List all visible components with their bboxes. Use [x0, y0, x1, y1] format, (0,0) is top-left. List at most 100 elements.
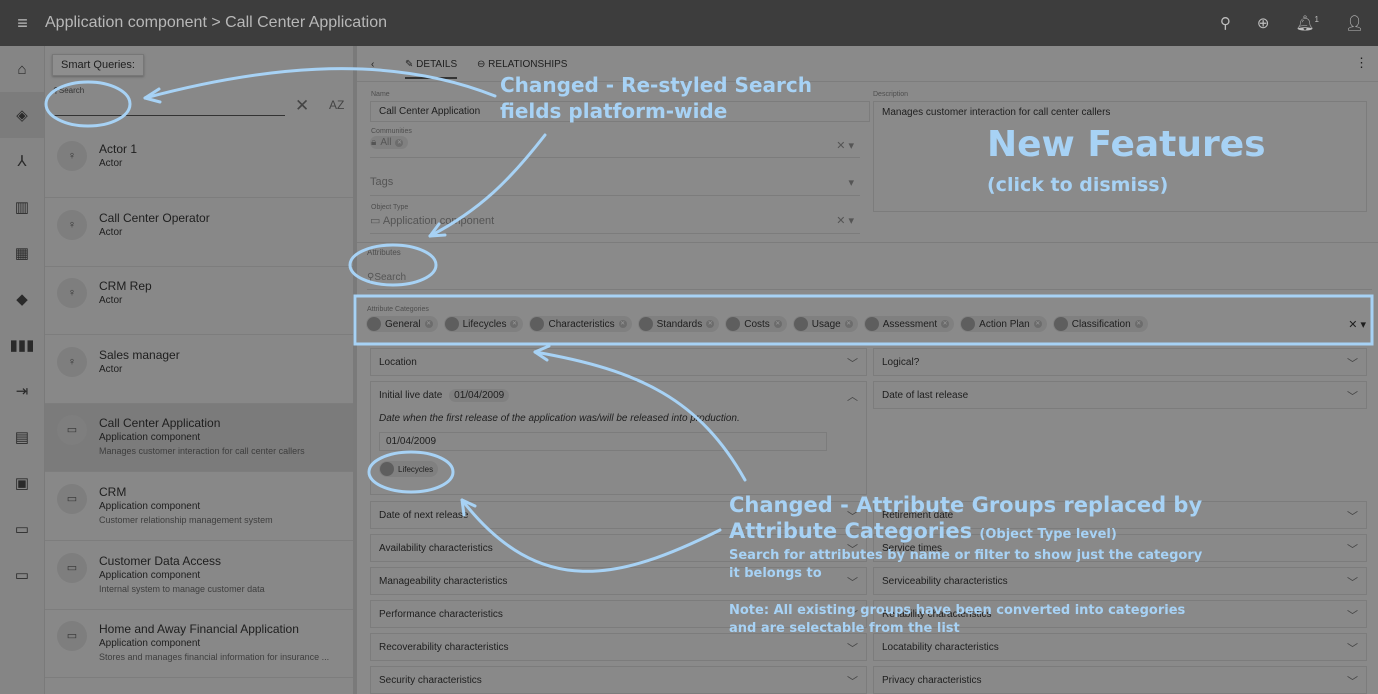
chevron-down-icon: ﹀: [847, 643, 858, 655]
category-label: Usage: [811, 318, 841, 330]
item-name: CRM Rep: [99, 279, 152, 294]
object-type-select[interactable]: ▭ Application component ✕ ▾: [370, 214, 860, 234]
tags-select[interactable]: Tags ▾: [370, 176, 860, 196]
category-chip[interactable]: Characteristics ✕: [529, 316, 632, 332]
chevron-up-icon[interactable]: ︿: [847, 388, 858, 404]
cube-icon[interactable]: ◈: [0, 92, 44, 138]
list-item[interactable]: ▭ CRM Application component Customer rel…: [45, 473, 353, 541]
chart-icon[interactable]: ▥: [0, 184, 44, 230]
chip-remove-icon[interactable]: ✕: [1033, 320, 1042, 328]
category-chip[interactable]: Costs ✕: [725, 316, 787, 332]
notification-icon[interactable]: 🔔︎1: [1295, 14, 1319, 32]
list-item[interactable]: ▭ Home and Away Financial Application Ap…: [45, 610, 353, 679]
clipboard-icon[interactable]: ▤: [0, 414, 44, 460]
window-icon[interactable]: ▭: [0, 506, 44, 552]
category-chip[interactable]: Usage ✕: [792, 316, 858, 332]
chip-remove-icon[interactable]: ✕: [941, 320, 950, 328]
date-input[interactable]: 01/04/2009: [379, 432, 827, 451]
groups-level: (Object Type level): [979, 527, 1117, 542]
clear-dropdown-icon[interactable]: ✕ ▾: [836, 139, 854, 152]
chip-remove-icon[interactable]: ✕: [424, 320, 433, 328]
hierarchy-icon[interactable]: ⅄: [0, 138, 44, 184]
chip-remove-icon[interactable]: ✕: [395, 138, 404, 147]
clear-categories-icon[interactable]: ✕ ▾: [1348, 318, 1366, 331]
home-icon[interactable]: ⌂: [0, 46, 44, 92]
chip-remove-icon[interactable]: ✕: [1134, 320, 1143, 328]
clear-icon[interactable]: ✕: [295, 96, 309, 116]
attribute-name: Logical?: [882, 357, 920, 368]
category-chip[interactable]: Classification ✕: [1052, 316, 1148, 332]
chip-remove-icon[interactable]: ✕: [706, 320, 715, 328]
search-annotation: Changed - Re-styled Search fields platfo…: [500, 73, 812, 123]
new-features-title[interactable]: New Features: [987, 124, 1266, 165]
add-icon[interactable]: ⊕: [1257, 14, 1270, 32]
chip-remove-icon[interactable]: ✕: [844, 320, 853, 328]
smart-queries-button[interactable]: Smart Queries:: [52, 54, 144, 76]
search-icon[interactable]: ⚲: [1220, 14, 1231, 32]
back-icon[interactable]: ‹: [371, 59, 374, 70]
notification-count: 1: [1314, 15, 1319, 24]
list-item[interactable]: ♀ Sales manager Actor: [45, 336, 353, 404]
category-chip[interactable]: Standards ✕: [637, 316, 720, 332]
chip-remove-icon[interactable]: ✕: [773, 320, 782, 328]
attribute-row[interactable]: Security characteristics ﹀: [370, 666, 867, 694]
attribute-name: Location: [379, 357, 417, 368]
attribute-name: Privacy characteristics: [882, 675, 982, 686]
columns-icon[interactable]: ▮▮▮: [0, 322, 44, 368]
chevron-down-icon: ﹀: [1347, 391, 1358, 403]
side-nav: ⌂ ◈ ⅄ ▥ ▦ ◆ ▮▮▮ ⇥ ▤ ▣ ▭ ▭: [0, 46, 45, 694]
item-type: Application component: [99, 638, 201, 650]
category-chip[interactable]: General ✕: [366, 316, 438, 332]
window-icon-2[interactable]: ▭: [0, 552, 44, 598]
item-name: Customer Data Access: [99, 553, 222, 568]
attribute-description: Date when the first release of the appli…: [379, 413, 740, 424]
menu-icon[interactable]: ≡: [0, 13, 45, 34]
attribute-row[interactable]: Date of last release ﹀: [873, 381, 1367, 409]
category-dot: [367, 317, 381, 331]
item-type: Actor: [99, 295, 123, 307]
component-icon: ▭: [57, 552, 87, 583]
contacts-icon[interactable]: ▣: [0, 460, 44, 506]
attribute-row[interactable]: Location ﹀: [370, 348, 867, 376]
list-item[interactable]: ♀ Actor 1 Actor: [45, 130, 353, 198]
attribute-name: Performance characteristics: [379, 609, 503, 620]
category-chip[interactable]: Lifecycles ✕: [443, 316, 524, 332]
communities-select[interactable]: 🔒︎ All ✕ ✕ ▾: [370, 136, 860, 158]
attribute-name: Availability characteristics: [379, 543, 493, 554]
attribute-value-badge: 01/04/2009: [449, 389, 510, 402]
category-dot: [638, 317, 653, 331]
list-item[interactable]: ♀ Call Center Operator Actor: [45, 199, 353, 267]
attribute-name: Date of next release: [379, 510, 469, 521]
category-label: General: [385, 318, 421, 330]
community-chip: 🔒︎ All ✕: [370, 136, 409, 149]
item-type: Actor: [99, 226, 123, 238]
chevron-down-icon: ﹀: [1347, 643, 1358, 655]
tab-details[interactable]: ✎ DETAILS: [405, 59, 458, 79]
attribute-search-input[interactable]: ⚲Search: [367, 272, 1372, 290]
attribute-name: Recoverability characteristics: [379, 642, 509, 653]
attribute-row[interactable]: Logical? ﹀: [873, 348, 1367, 376]
more-icon[interactable]: ⋮: [1355, 55, 1368, 71]
user-icon[interactable]: 👤︎: [1345, 14, 1364, 32]
chip-remove-icon[interactable]: ✕: [510, 320, 519, 328]
dismiss-hint[interactable]: (click to dismiss): [987, 174, 1168, 196]
attribute-row[interactable]: Privacy characteristics ﹀: [873, 666, 1367, 694]
category-chip[interactable]: Action Plan ✕: [960, 316, 1047, 332]
merge-icon[interactable]: ⇥: [0, 368, 44, 414]
list-item[interactable]: ▭ Customer Data Access Application compo…: [45, 542, 353, 610]
component-icon: ▭: [57, 415, 87, 446]
item-type: Actor: [99, 363, 123, 375]
category-chips: General ✕ Lifecycles ✕ Characteristics ✕ Stand…: [366, 316, 1326, 334]
chevron-down-icon: ﹀: [1347, 358, 1358, 370]
sort-az-button[interactable]: AZ: [329, 98, 344, 112]
category-label: Lifecycles: [462, 318, 507, 330]
search-input[interactable]: ⚲Search: [53, 86, 285, 116]
list-item[interactable]: ♀ CRM Rep Actor: [45, 267, 353, 336]
directions-icon[interactable]: ◆: [0, 276, 44, 322]
category-chip[interactable]: Assessment ✕: [863, 316, 955, 332]
grid-icon[interactable]: ▦: [0, 230, 44, 276]
tab-relationships[interactable]: ⊖ RELATIONSHIPS: [477, 59, 567, 70]
chip-remove-icon[interactable]: ✕: [618, 320, 627, 328]
list-item[interactable]: ▭ Call Center Application Application co…: [45, 404, 353, 473]
category-label: Action Plan: [979, 318, 1030, 330]
